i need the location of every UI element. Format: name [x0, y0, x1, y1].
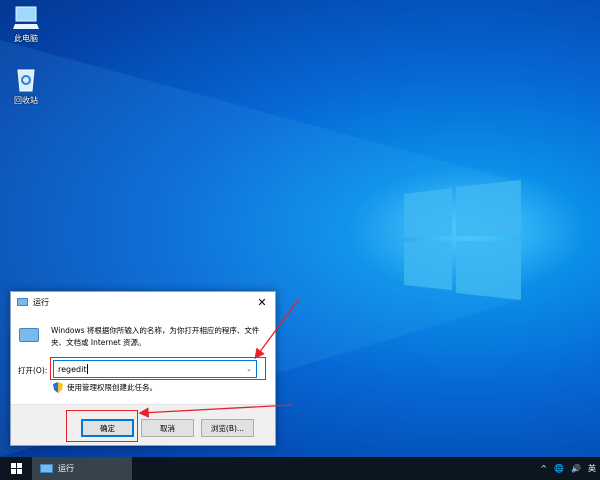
tray-chevron-up-icon[interactable]: ^ — [540, 464, 547, 473]
taskbar-item-label: 运行 — [58, 464, 74, 473]
network-icon[interactable]: 🌐 — [554, 464, 564, 473]
windows-logo-icon — [10, 463, 22, 474]
ime-indicator[interactable]: 英 — [588, 463, 596, 474]
annotation-arrows — [138, 298, 300, 418]
taskbar: 运行 ^ 🌐 🔊 英 — [0, 457, 600, 480]
arrow-to-input — [254, 298, 300, 360]
arrow-to-ok — [138, 404, 293, 418]
taskbar-item-run[interactable]: 运行 — [32, 457, 132, 480]
volume-icon[interactable]: 🔊 — [571, 464, 581, 473]
start-button[interactable] — [0, 457, 32, 480]
system-tray: ^ 🌐 🔊 英 — [540, 463, 600, 474]
run-icon — [40, 464, 53, 473]
